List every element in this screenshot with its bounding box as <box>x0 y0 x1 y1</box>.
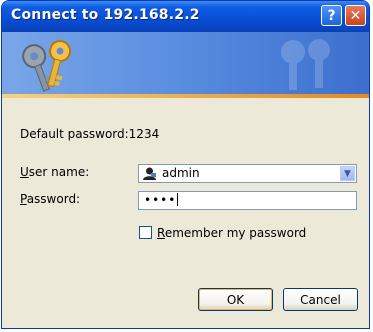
default-password-text: Default password:1234 <box>20 127 160 141</box>
dialog-banner <box>2 32 369 98</box>
password-label-text: assword: <box>26 192 81 206</box>
cancel-button[interactable]: Cancel <box>283 288 358 311</box>
remember-password-checkbox[interactable] <box>139 226 152 239</box>
title-bar[interactable]: Connect to 192.168.2.2 ? ✕ <box>2 1 369 32</box>
window-title: Connect to 192.168.2.2 <box>11 7 200 23</box>
username-label-mnemonic: U <box>20 165 29 179</box>
help-button[interactable]: ? <box>321 5 342 26</box>
text-caret <box>177 193 179 206</box>
keys-icon <box>22 40 72 92</box>
username-value: admin <box>162 166 200 180</box>
keys-watermark-icon <box>281 39 330 90</box>
username-label: User name: <box>20 165 89 179</box>
chevron-down-icon[interactable]: ▼ <box>340 166 355 181</box>
password-label: Password: <box>20 192 80 206</box>
remember-password-label[interactable]: Remember my password <box>157 226 306 240</box>
close-button[interactable]: ✕ <box>345 5 366 26</box>
login-dialog: Connect to 192.168.2.2 ? ✕ Default passw… <box>1 0 370 329</box>
password-input[interactable]: •••• <box>138 191 357 210</box>
remember-label-text: emember my password <box>164 226 307 240</box>
username-label-text: ser name: <box>28 165 90 179</box>
password-mask: •••• <box>144 193 177 207</box>
password-label-mnemonic: P <box>20 192 27 206</box>
remember-label-mnemonic: R <box>157 226 165 240</box>
username-combobox[interactable]: admin ▼ <box>138 164 357 183</box>
user-icon <box>142 166 157 181</box>
ok-button[interactable]: OK <box>198 288 273 311</box>
banner-stripe <box>2 94 369 98</box>
